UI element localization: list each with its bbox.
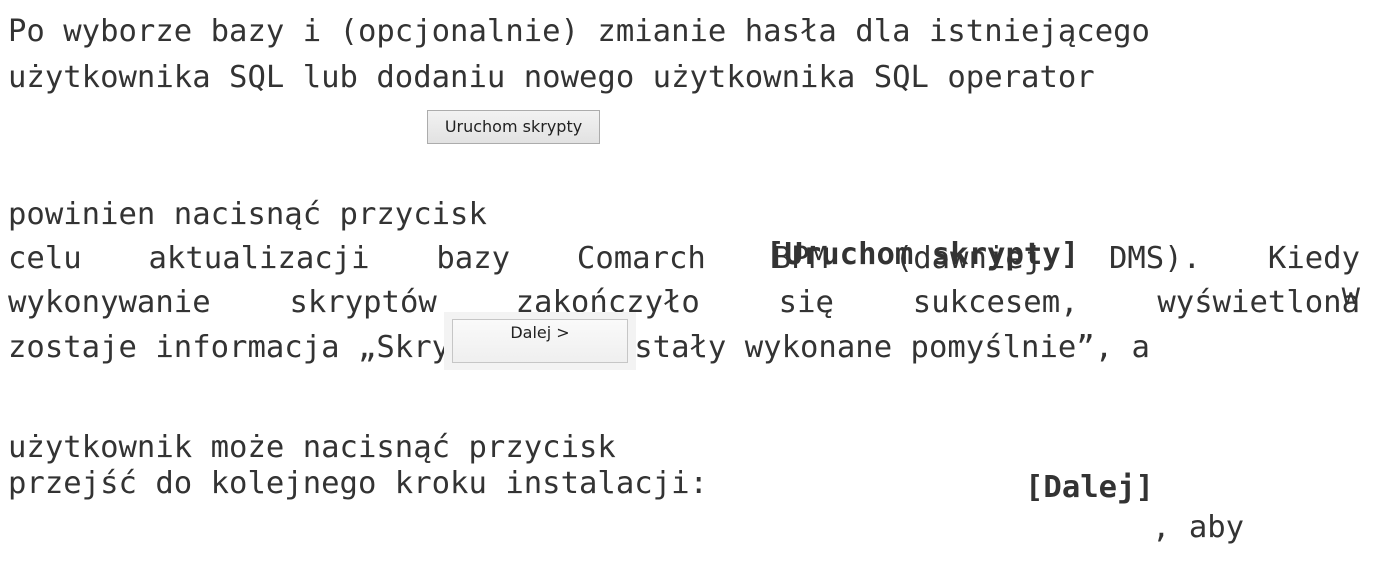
uruchom-skrypty-button: Uruchom skrypty [427,110,600,144]
text-line-2-content: użytkownika SQL lub dodaniu nowego użytk… [8,60,1095,95]
text-line-6: zostaje informacja „Skrypty SQL zostały … [8,288,1368,365]
text-line-3: powinien nacisnąć przycisk [Uruchom skry… [8,155,1368,312]
text-line-1-content: Po wyborze bazy i (opcjonalnie) zmianie … [8,14,1150,49]
dalej-bold-label: [Dalej] [1025,470,1154,505]
text-line-7: użytkownik może nacisnąć przycisk [Dalej… [8,388,1368,545]
dalej-button: Dalej > [452,319,628,363]
text-line-7-end: , aby [1152,510,1245,545]
text-line-1: Po wyborze bazy i (opcjonalnie) zmianie … [8,12,1368,52]
text-line-5: wykonywanie skryptów zakończyło się sukc… [8,243,1368,320]
text-line-4: celu aktualizacji bazy Comarch BPM (dawn… [8,199,1368,276]
text-line-2: użytkownika SQL lub dodaniu nowego użytk… [8,58,1368,98]
text-line-8: przejść do kolejnego kroku instalacji: [8,424,1368,501]
text-line-8-content: przejść do kolejnego kroku instalacji: [8,466,708,501]
